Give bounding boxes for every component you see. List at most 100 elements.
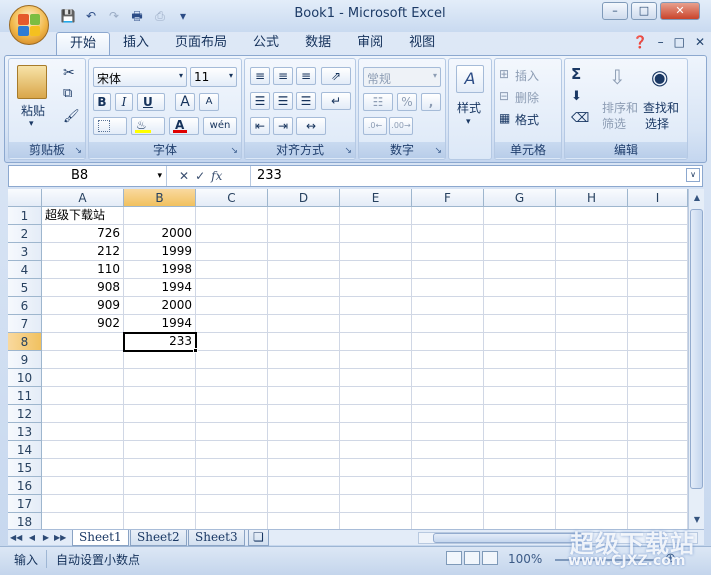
number-format-select[interactable]: 常规 ▾: [363, 67, 441, 87]
print-preview-icon[interactable]: 🖶: [127, 7, 147, 25]
cell-g14[interactable]: [484, 441, 556, 459]
cell-b6[interactable]: 2000: [124, 297, 196, 315]
clipboard-launcher-icon[interactable]: ↘: [74, 146, 82, 156]
border-button[interactable]: [93, 117, 127, 135]
office-button[interactable]: [9, 5, 49, 45]
cell-e8[interactable]: [340, 333, 412, 351]
cell-f3[interactable]: [412, 243, 484, 261]
number-launcher-icon[interactable]: ↘: [434, 146, 442, 156]
cell-c1[interactable]: [196, 207, 268, 225]
cell-a11[interactable]: [42, 387, 124, 405]
cell-h16[interactable]: [556, 477, 628, 495]
cell-f9[interactable]: [412, 351, 484, 369]
chevron-down-icon[interactable]: ▾: [157, 166, 162, 186]
cell-b2[interactable]: 2000: [124, 225, 196, 243]
chevron-down-icon[interactable]: ▾: [466, 117, 471, 127]
cell-f5[interactable]: [412, 279, 484, 297]
paste-dropdown-icon[interactable]: ▾: [29, 119, 34, 129]
cell-d18[interactable]: [268, 513, 340, 529]
expand-formula-bar-icon[interactable]: ∨: [686, 168, 700, 182]
cell-i1[interactable]: [628, 207, 688, 225]
find-select-line2[interactable]: 选择: [645, 115, 669, 132]
cell-g10[interactable]: [484, 369, 556, 387]
cell-b3[interactable]: 1999: [124, 243, 196, 261]
column-header-b[interactable]: B: [124, 189, 196, 207]
cell-i15[interactable]: [628, 459, 688, 477]
row-header-12[interactable]: 12: [8, 405, 42, 423]
doc-minimize-icon[interactable]: –: [658, 35, 664, 49]
sheet-tab-2[interactable]: Sheet2: [130, 530, 187, 546]
cell-e18[interactable]: [340, 513, 412, 529]
cell-b10[interactable]: [124, 369, 196, 387]
doc-close-icon[interactable]: ✕: [695, 35, 705, 49]
bold-button[interactable]: B: [93, 93, 111, 111]
tab-page-layout[interactable]: 页面布局: [162, 32, 240, 56]
row-header-7[interactable]: 7: [8, 315, 42, 333]
cell-c13[interactable]: [196, 423, 268, 441]
vertical-scrollbar[interactable]: ▲ ▼: [688, 189, 704, 529]
cell-i4[interactable]: [628, 261, 688, 279]
cell-d5[interactable]: [268, 279, 340, 297]
cell-i7[interactable]: [628, 315, 688, 333]
cell-i5[interactable]: [628, 279, 688, 297]
prev-sheet-icon[interactable]: ◀: [26, 531, 38, 544]
cell-e5[interactable]: [340, 279, 412, 297]
cell-e11[interactable]: [340, 387, 412, 405]
page-layout-view-icon[interactable]: [464, 551, 480, 565]
format-painter-icon[interactable]: 🖌: [63, 109, 80, 124]
accounting-format-icon[interactable]: ☷: [363, 93, 393, 111]
cell-i17[interactable]: [628, 495, 688, 513]
cell-e7[interactable]: [340, 315, 412, 333]
cell-a15[interactable]: [42, 459, 124, 477]
tab-data[interactable]: 数据: [292, 32, 344, 56]
cell-c6[interactable]: [196, 297, 268, 315]
vertical-scroll-thumb[interactable]: [690, 209, 703, 489]
minimize-button[interactable]: –: [602, 2, 628, 20]
autosum-button[interactable]: Σ: [571, 65, 581, 83]
delete-cells-button[interactable]: 删除: [515, 89, 539, 106]
align-left-icon[interactable]: ☰: [250, 92, 270, 110]
font-color-button[interactable]: A: [169, 117, 199, 135]
cell-b12[interactable]: [124, 405, 196, 423]
cell-d13[interactable]: [268, 423, 340, 441]
cell-g18[interactable]: [484, 513, 556, 529]
cell-f17[interactable]: [412, 495, 484, 513]
cell-c7[interactable]: [196, 315, 268, 333]
column-header-g[interactable]: G: [484, 189, 556, 207]
row-header-18[interactable]: 18: [8, 513, 42, 529]
cut-icon[interactable]: ✂: [63, 65, 75, 81]
sheet-tab-3[interactable]: Sheet3: [188, 530, 245, 546]
find-select-line1[interactable]: 查找和: [643, 99, 679, 116]
cell-a3[interactable]: 212: [42, 243, 124, 261]
cell-c17[interactable]: [196, 495, 268, 513]
quick-print-icon[interactable]: ⎙: [150, 7, 170, 25]
cell-f6[interactable]: [412, 297, 484, 315]
row-header-2[interactable]: 2: [8, 225, 42, 243]
cell-c11[interactable]: [196, 387, 268, 405]
align-right-icon[interactable]: ☰: [296, 92, 316, 110]
cell-h3[interactable]: [556, 243, 628, 261]
row-header-14[interactable]: 14: [8, 441, 42, 459]
cell-f18[interactable]: [412, 513, 484, 529]
clear-icon[interactable]: ⌫: [571, 111, 589, 126]
font-size-select[interactable]: 11 ▾: [190, 67, 237, 87]
cell-b13[interactable]: [124, 423, 196, 441]
font-name-select[interactable]: 宋体 ▾: [93, 67, 187, 87]
cell-e13[interactable]: [340, 423, 412, 441]
decrease-indent-icon[interactable]: ⇤: [250, 117, 270, 135]
cell-g16[interactable]: [484, 477, 556, 495]
select-all-corner[interactable]: [8, 189, 42, 207]
cell-h6[interactable]: [556, 297, 628, 315]
cell-d2[interactable]: [268, 225, 340, 243]
cell-c4[interactable]: [196, 261, 268, 279]
cell-a12[interactable]: [42, 405, 124, 423]
doc-restore-icon[interactable]: □: [674, 35, 685, 49]
tab-insert[interactable]: 插入: [110, 32, 162, 56]
cell-f16[interactable]: [412, 477, 484, 495]
cell-b8[interactable]: 233: [124, 333, 196, 351]
normal-view-icon[interactable]: [446, 551, 462, 565]
cell-a17[interactable]: [42, 495, 124, 513]
column-header-d[interactable]: D: [268, 189, 340, 207]
cell-e4[interactable]: [340, 261, 412, 279]
help-icon[interactable]: ❓: [633, 35, 648, 49]
